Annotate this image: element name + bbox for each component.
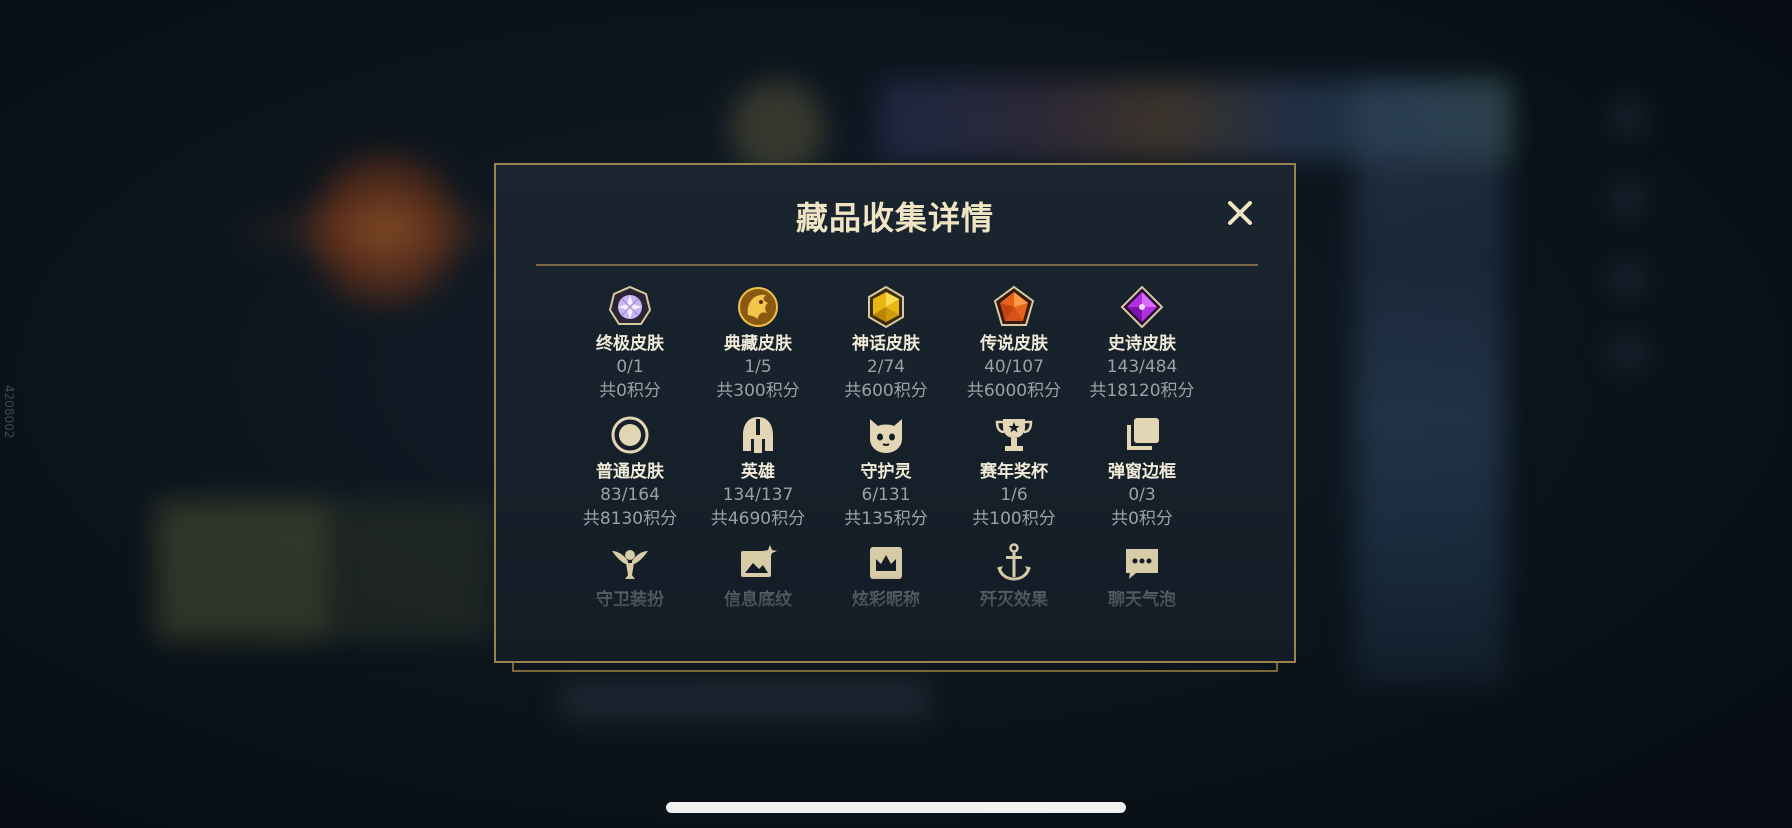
- item-points: 共100积分: [972, 509, 1056, 529]
- close-button[interactable]: [1222, 195, 1258, 231]
- color-nickname-crown-icon: [870, 547, 902, 579]
- collection-item-banner-pattern[interactable]: 信息底纹: [694, 541, 822, 669]
- item-count: 6/131: [861, 485, 911, 505]
- epic-skin-gem-icon: [1120, 285, 1164, 329]
- collection-item-standard-skin[interactable]: 普通皮肤 83/164 共8130积分: [566, 413, 694, 541]
- champion-helmet-icon: [743, 417, 773, 453]
- item-label: 典藏皮肤: [724, 334, 792, 354]
- item-points: 共8130积分: [582, 509, 678, 529]
- collection-item-epic-skin[interactable]: 史诗皮肤 143/484 共18120积分: [1078, 285, 1206, 413]
- item-points: 共135积分: [844, 509, 928, 529]
- collection-item-chat-bubble[interactable]: 聊天气泡: [1078, 541, 1206, 669]
- background-dot: [1610, 100, 1646, 136]
- collection-row: 守卫装扮 信息底纹 炫彩昵称 歼灭效果 聊天气泡: [566, 541, 1206, 669]
- background-avatar: [730, 80, 825, 175]
- item-label: 弹窗边框: [1108, 462, 1176, 482]
- item-count: 40/107: [984, 357, 1044, 377]
- banner-pattern-icon: [741, 545, 777, 577]
- item-label: 炫彩昵称: [852, 590, 920, 610]
- collection-item-guardian-spirit[interactable]: 守护灵 6/131 共135积分: [822, 413, 950, 541]
- standard-skin-circle-icon: [611, 416, 649, 454]
- collection-item-popup-frame[interactable]: 弹窗边框 0/3 共0积分: [1078, 413, 1206, 541]
- collection-item-legendary-skin[interactable]: 传说皮肤 40/107 共6000积分: [950, 285, 1078, 413]
- item-label: 信息底纹: [724, 590, 792, 610]
- collection-item-ward-skin[interactable]: 守卫装扮: [566, 541, 694, 669]
- item-label: 守护灵: [860, 462, 912, 482]
- guardian-spirit-icon: [870, 419, 902, 453]
- item-label: 歼灭效果: [980, 590, 1048, 610]
- collection-item-season-trophy[interactable]: 赛年奖杯 1/6 共100积分: [950, 413, 1078, 541]
- collection-row: 普通皮肤 83/164 共8130积分 英雄 134/137 共4690积分 守…: [566, 413, 1206, 541]
- item-points: 共300积分: [716, 381, 800, 401]
- ultimate-skin-gem-icon: [608, 285, 652, 325]
- collection-item-champion[interactable]: 英雄 134/137 共4690积分: [694, 413, 822, 541]
- item-points: 共0积分: [599, 381, 661, 401]
- side-id-label: 4208002: [2, 385, 16, 439]
- item-points: 共600积分: [844, 381, 928, 401]
- screen: 4208002 藏品收集详情 终极皮肤 0/1 共0积分 典藏皮肤 1/5 共3…: [0, 0, 1792, 828]
- background-card: [335, 500, 495, 640]
- item-label: 神话皮肤: [852, 334, 920, 354]
- background-bar: [560, 680, 930, 720]
- item-count: 0/1: [616, 357, 644, 377]
- item-label: 史诗皮肤: [1108, 334, 1176, 354]
- item-label: 传说皮肤: [980, 334, 1048, 354]
- legendary-skin-gem-icon: [993, 285, 1035, 326]
- modal-title: 藏品收集详情: [795, 199, 994, 237]
- item-count: 2/74: [866, 357, 906, 377]
- ward-skin-icon: [612, 550, 648, 579]
- title-divider: [536, 264, 1258, 266]
- item-label: 守卫装扮: [596, 590, 664, 610]
- home-indicator[interactable]: [666, 802, 1126, 813]
- collection-row: 终极皮肤 0/1 共0积分 典藏皮肤 1/5 共300积分 神话皮肤 2/74 …: [566, 285, 1206, 413]
- chat-bubble-icon: [1126, 549, 1158, 579]
- collection-item-elimination-effect[interactable]: 歼灭效果: [950, 541, 1078, 669]
- item-label: 聊天气泡: [1108, 590, 1176, 610]
- collection-item-ultimate-skin[interactable]: 终极皮肤 0/1 共0积分: [566, 285, 694, 413]
- collection-item-prestige-skin[interactable]: 典藏皮肤 1/5 共300积分: [694, 285, 822, 413]
- item-label: 赛年奖杯: [980, 462, 1048, 482]
- background-skin-panel: [1355, 85, 1505, 685]
- mythic-skin-gem-icon: [868, 285, 904, 329]
- background-emblem: [300, 145, 470, 315]
- background-dot: [1610, 180, 1646, 216]
- item-count: 134/137: [722, 485, 794, 505]
- item-points: 共18120积分: [1089, 381, 1195, 401]
- prestige-skin-dragon-icon: [738, 287, 778, 327]
- background-dot: [1610, 260, 1646, 296]
- season-trophy-icon: [995, 419, 1033, 451]
- close-icon: [1228, 201, 1252, 225]
- collection-grid: 终极皮肤 0/1 共0积分 典藏皮肤 1/5 共300积分 神话皮肤 2/74 …: [566, 285, 1206, 669]
- item-count: 1/5: [744, 357, 772, 377]
- item-label: 终极皮肤: [596, 334, 664, 354]
- item-points: 共6000积分: [966, 381, 1062, 401]
- elimination-effect-anchor-icon: [997, 543, 1031, 581]
- item-points: 共0积分: [1111, 509, 1173, 529]
- item-count: 1/6: [1000, 485, 1028, 505]
- item-points: 共4690积分: [710, 509, 806, 529]
- collection-item-mythic-skin[interactable]: 神话皮肤 2/74 共600积分: [822, 285, 950, 413]
- item-count: 0/3: [1128, 485, 1156, 505]
- item-count: 83/164: [600, 485, 660, 505]
- background-dot: [1610, 335, 1646, 371]
- popup-frame-icon: [1127, 418, 1159, 450]
- collection-details-modal: 藏品收集详情 终极皮肤 0/1 共0积分 典藏皮肤 1/5 共300积分 神话皮…: [494, 163, 1296, 663]
- item-count: 143/484: [1106, 357, 1178, 377]
- background-card: [155, 500, 335, 640]
- collection-item-color-nickname[interactable]: 炫彩昵称: [822, 541, 950, 669]
- item-label: 普通皮肤: [596, 462, 664, 482]
- item-label: 英雄: [741, 462, 775, 482]
